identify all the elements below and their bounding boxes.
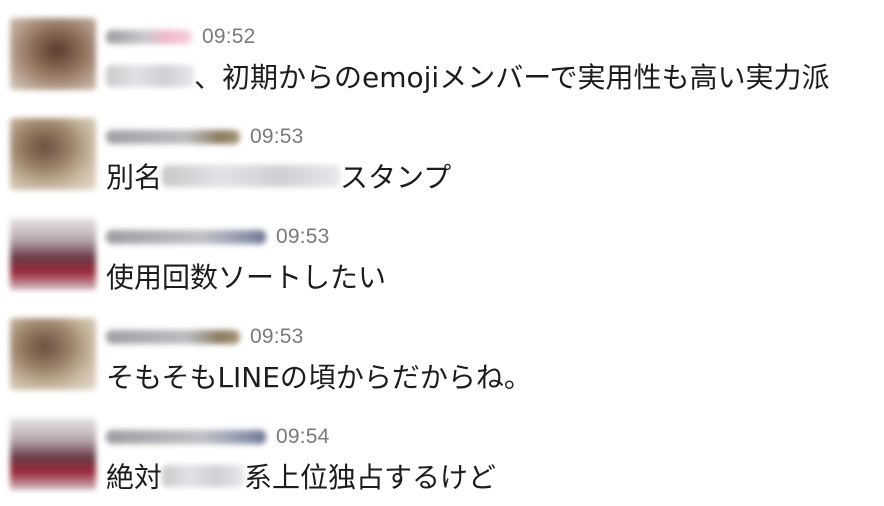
- message-text: 絶対 系上位独占するけど: [106, 456, 496, 496]
- message-text: 、初期からのemojiメンバーで実用性も高い実力派: [106, 56, 830, 96]
- sender-name-redacted[interactable]: [106, 430, 266, 444]
- message-item: 09:53 そもそもLINEの頃からだからね。: [0, 300, 884, 400]
- timestamp[interactable]: 09:53: [276, 225, 330, 249]
- message-header: 09:53: [106, 222, 330, 252]
- message-item: 09:53 使用回数ソートしたい: [0, 200, 884, 300]
- avatar[interactable]: [10, 318, 96, 390]
- timestamp[interactable]: 09:54: [276, 425, 330, 449]
- message-text: 別名 スタンプ: [106, 156, 451, 196]
- timestamp[interactable]: 09:53: [250, 325, 304, 349]
- redacted-text: [162, 165, 341, 187]
- sender-name-redacted[interactable]: [106, 230, 266, 244]
- redacted-text: [162, 465, 245, 487]
- message-text: そもそもLINEの頃からだからね。: [106, 356, 532, 396]
- message-text: 使用回数ソートしたい: [106, 256, 386, 296]
- avatar[interactable]: [10, 118, 96, 190]
- message-text-after: 系上位独占するけど: [244, 461, 497, 494]
- sender-name-redacted[interactable]: [106, 30, 192, 44]
- message-text-before: 使用回数ソートしたい: [106, 261, 387, 294]
- message-item: 09:54 絶対 系上位独占するけど: [0, 400, 884, 500]
- message-item: 09:53 別名 スタンプ: [0, 100, 884, 200]
- message-text-before: 別名: [106, 161, 163, 194]
- message-header: 09:53: [106, 122, 304, 152]
- avatar[interactable]: [10, 218, 96, 290]
- message-item: 09:52 、初期からのemojiメンバーで実用性も高い実力派: [0, 0, 884, 100]
- message-text-before: 絶対: [106, 461, 163, 494]
- redacted-text: [106, 65, 194, 87]
- message-text-after: 、初期からのemojiメンバーで実用性も高い実力派: [194, 61, 830, 94]
- sender-name-redacted[interactable]: [106, 330, 240, 344]
- avatar[interactable]: [10, 18, 96, 90]
- message-text-before: そもそもLINEの頃からだからね。: [106, 361, 532, 394]
- message-header: 09:52: [106, 22, 256, 52]
- message-header: 09:54: [106, 422, 330, 452]
- avatar[interactable]: [10, 418, 96, 490]
- message-text-after: スタンプ: [340, 161, 452, 194]
- message-header: 09:53: [106, 322, 304, 352]
- timestamp[interactable]: 09:52: [202, 25, 256, 49]
- sender-name-redacted[interactable]: [106, 130, 240, 144]
- timestamp[interactable]: 09:53: [250, 125, 304, 149]
